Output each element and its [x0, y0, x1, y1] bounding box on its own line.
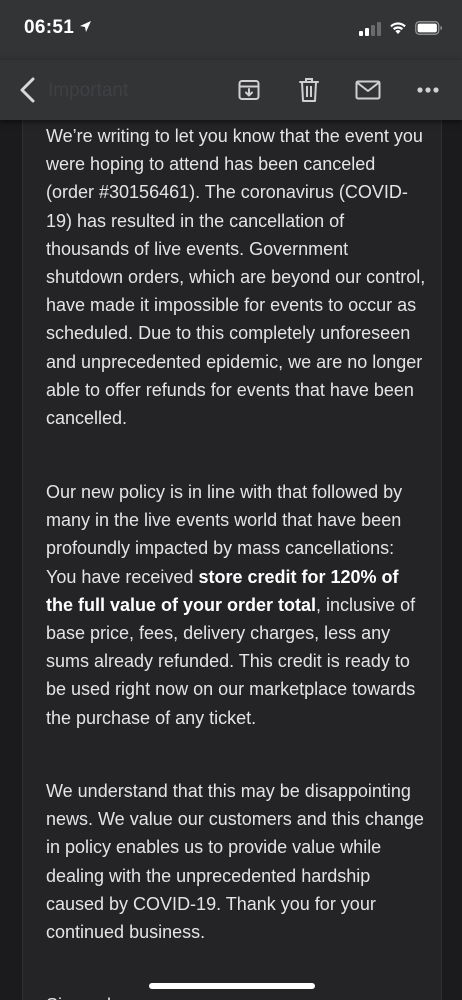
email-paragraph-3: We understand that this may be disappoin… [46, 781, 424, 943]
mark-unread-button[interactable] [353, 75, 383, 105]
toolbar-title: Important [48, 80, 129, 101]
status-bar: 06:51 [0, 0, 462, 60]
chevron-left-icon [20, 77, 35, 103]
email-toolbar: Important [0, 60, 462, 120]
more-horizontal-icon [417, 87, 439, 93]
wifi-icon [390, 22, 406, 34]
email-closing: Sincerely, [46, 991, 426, 1000]
email-paragraph-2: Our new policy is in line with that foll… [46, 478, 426, 732]
email-body[interactable]: We’re writing to let you know that the e… [0, 120, 462, 1000]
delete-button[interactable] [294, 75, 324, 105]
battery-icon [415, 21, 442, 35]
cellular-signal-icon [359, 22, 381, 36]
mail-icon [355, 80, 381, 100]
trash-icon [299, 78, 319, 102]
location-arrow-icon [80, 21, 91, 32]
archive-icon [238, 80, 260, 100]
archive-button[interactable] [234, 75, 264, 105]
home-indicator[interactable] [149, 983, 315, 989]
more-button[interactable] [413, 75, 443, 105]
email-screen: We’re writing to let you know that the e… [0, 0, 462, 1000]
status-time: 06:51 [24, 17, 75, 38]
email-paragraph-1: We’re writing to let you know that the e… [46, 126, 426, 429]
back-button[interactable] [14, 74, 44, 106]
